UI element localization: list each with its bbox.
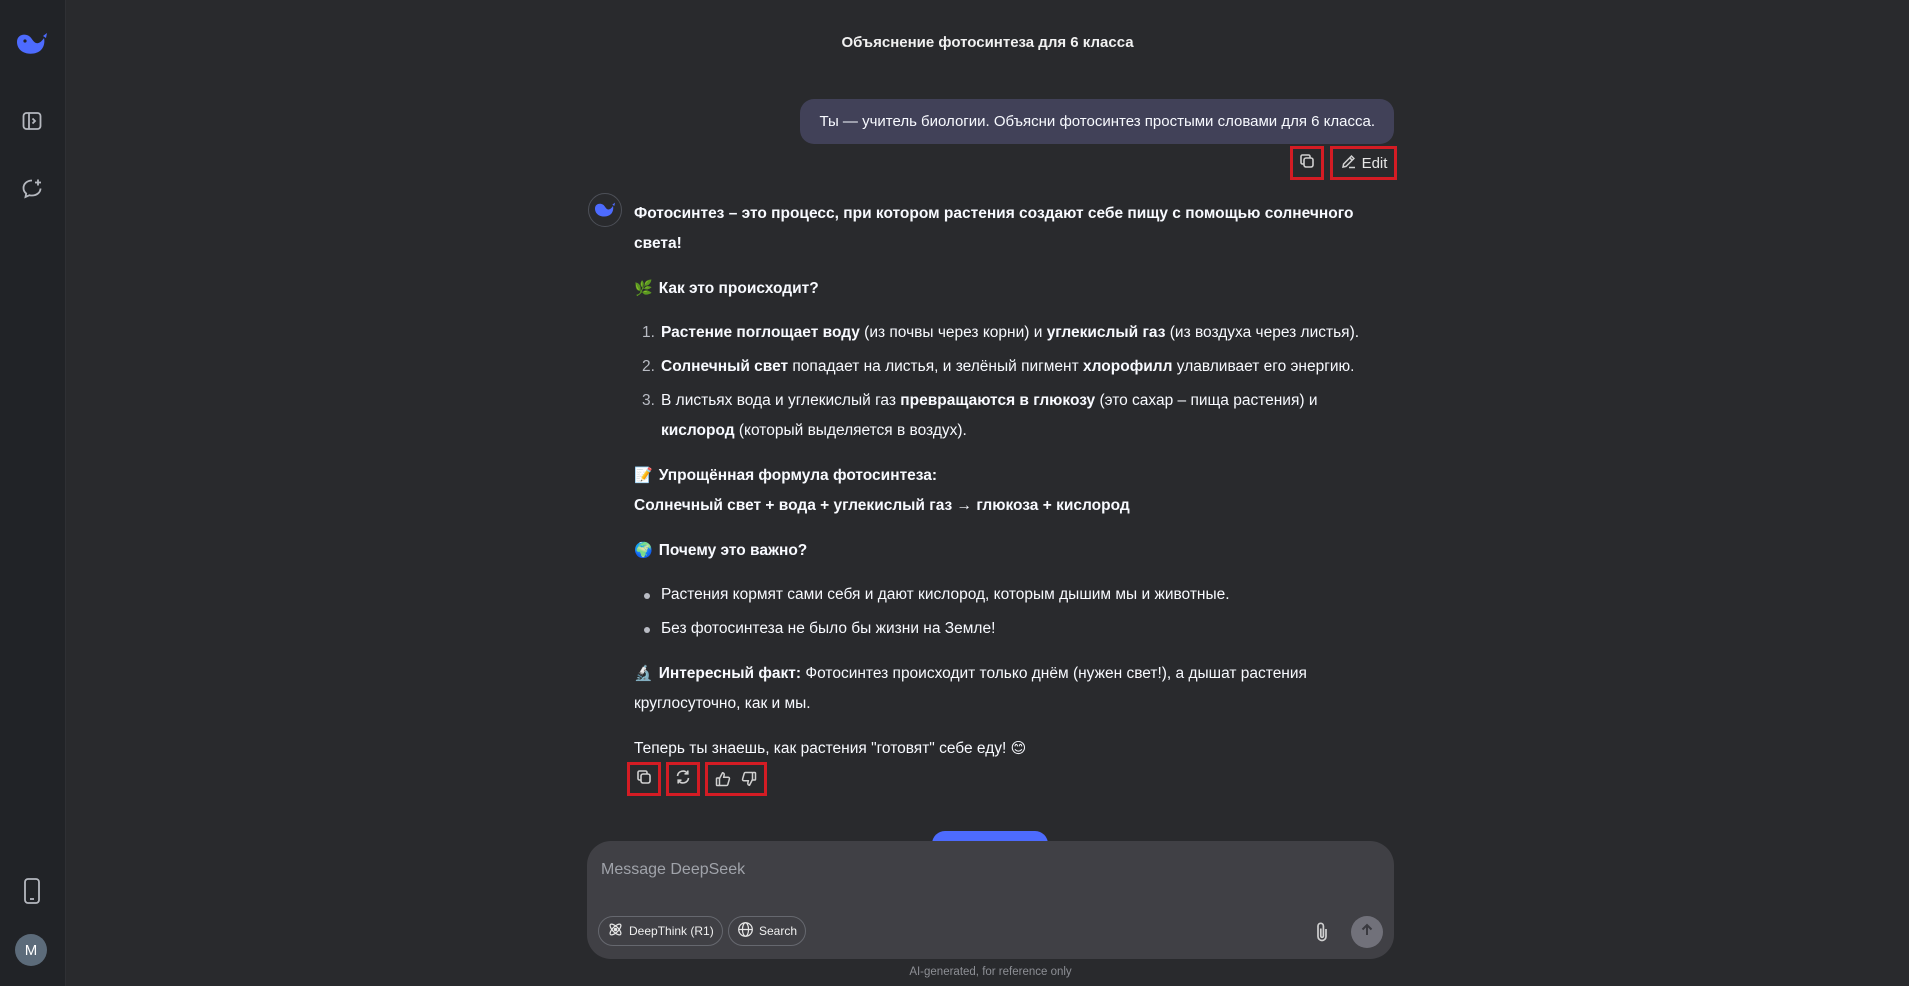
refresh-icon [674,768,692,791]
bold-text: кислород [661,422,735,439]
edit-label: Edit [1361,154,1388,172]
search-toggle[interactable]: Search [728,916,807,946]
step-number: 2. [642,358,655,375]
step-item: 1. Растение поглощает воду (из почвы чере… [634,318,1394,348]
step-text: В листьях вода и углекислый газ [661,392,901,409]
assistant-avatar [588,193,622,227]
step-text: (из воздуха через листья). [1165,324,1360,341]
bold-text: превращаются в глюкозу [900,392,1096,409]
edit-message-button[interactable]: Edit [1330,146,1397,180]
mobile-app-icon[interactable] [14,873,50,909]
steps-list: 1. Растение поглощает воду (из почвы чере… [634,318,1394,446]
step-item: 2. Солнечный свет попадает на листья, и з… [634,352,1394,382]
why-list: Растения кормят сами себя и дают кислоро… [634,580,1394,644]
step-text: (из почвы через корни) и [859,324,1047,341]
sidebar: M [0,0,66,986]
chat-title: Объяснение фотосинтеза для 6 класса [841,34,1134,51]
intro-paragraph: Фотосинтез – это процесс, при котором ра… [634,205,1354,252]
disclaimer-text: AI-generated, for reference only [909,966,1072,978]
thumbs-up-icon[interactable] [714,770,732,788]
step-number: 1. [642,324,655,341]
formula-text: Солнечный свет + вода + углекислый газ →… [634,497,1130,514]
user-message-text: Ты — учитель биологии. Объясни фотосинте… [819,113,1375,130]
copy-icon [635,768,653,791]
deepthink-label: DeepThink (R1) [629,924,714,938]
new-chat-icon[interactable] [14,171,50,207]
bold-text: Солнечный свет [661,358,789,375]
herb-emoji: 🌿 [634,279,653,297]
atom-icon [607,921,624,941]
step-item: 3. В листьях вода и углекислый газ превра… [634,386,1394,446]
deepthink-toggle[interactable]: DeepThink (R1) [598,916,723,946]
list-item: Растения кормят сами себя и дают кислоро… [634,580,1394,610]
step-text: (это сахар – пища растения) и [1095,392,1318,409]
closing-text: Теперь ты знаешь, как растения "готовят"… [634,740,1007,757]
step-text: улавливает его энергию. [1172,358,1355,375]
arrow-up-icon [1359,922,1375,943]
pencil-icon [1340,153,1357,174]
step-number: 3. [642,392,655,409]
memo-emoji: 📝 [634,466,653,484]
assistant-message: Фотосинтез – это процесс, при котором ра… [634,199,1394,764]
step-text: (который выделяется в воздух). [734,422,967,439]
bold-text: Растение поглощает воду [661,324,860,341]
closing-paragraph: Теперь ты знаешь, как растения "готовят"… [634,733,1394,764]
globe-icon [737,921,754,941]
paperclip-icon[interactable] [1307,917,1337,947]
how-heading: 🌿 Как это происходит? [634,279,819,297]
user-message-actions: Edit [1290,146,1397,180]
smile-emoji: 😊 [1010,739,1027,757]
formula-heading: 📝 Упрощённая формула фотосинтеза: [634,466,938,484]
user-message-bubble: Ты — учитель биологии. Объясни фотосинте… [800,99,1394,144]
thumbs-down-icon[interactable] [740,770,758,788]
step-text: попадает на листья, и зелёный пигмент [788,358,1084,375]
list-item: Без фотосинтеза не было бы жизни на Земл… [634,614,1394,644]
assistant-message-actions [627,762,767,796]
bold-text: хлорофилл [1083,358,1173,375]
message-composer: DeepThink (R1) Search [587,841,1394,959]
fact-paragraph: 🔬 Интересный факт: Фотосинтез происходит … [634,658,1394,719]
fact-label: Интересный факт: [658,665,802,682]
feedback-buttons [705,762,767,796]
globe-emoji: 🌍 [634,541,653,559]
copy-icon [1298,152,1316,175]
search-label: Search [759,924,798,938]
send-button[interactable] [1351,916,1383,948]
bold-text: углекислый газ [1046,324,1166,341]
microscope-emoji: 🔬 [634,664,653,682]
regenerate-button[interactable] [666,762,700,796]
copy-user-message-button[interactable] [1290,146,1324,180]
message-input[interactable] [601,855,1371,885]
why-heading: 🌍 Почему это важно? [634,541,808,559]
sidebar-toggle-icon[interactable] [14,103,50,139]
user-avatar[interactable]: M [15,934,47,966]
deepseek-whale-icon[interactable] [14,26,50,62]
copy-response-button[interactable] [627,762,661,796]
